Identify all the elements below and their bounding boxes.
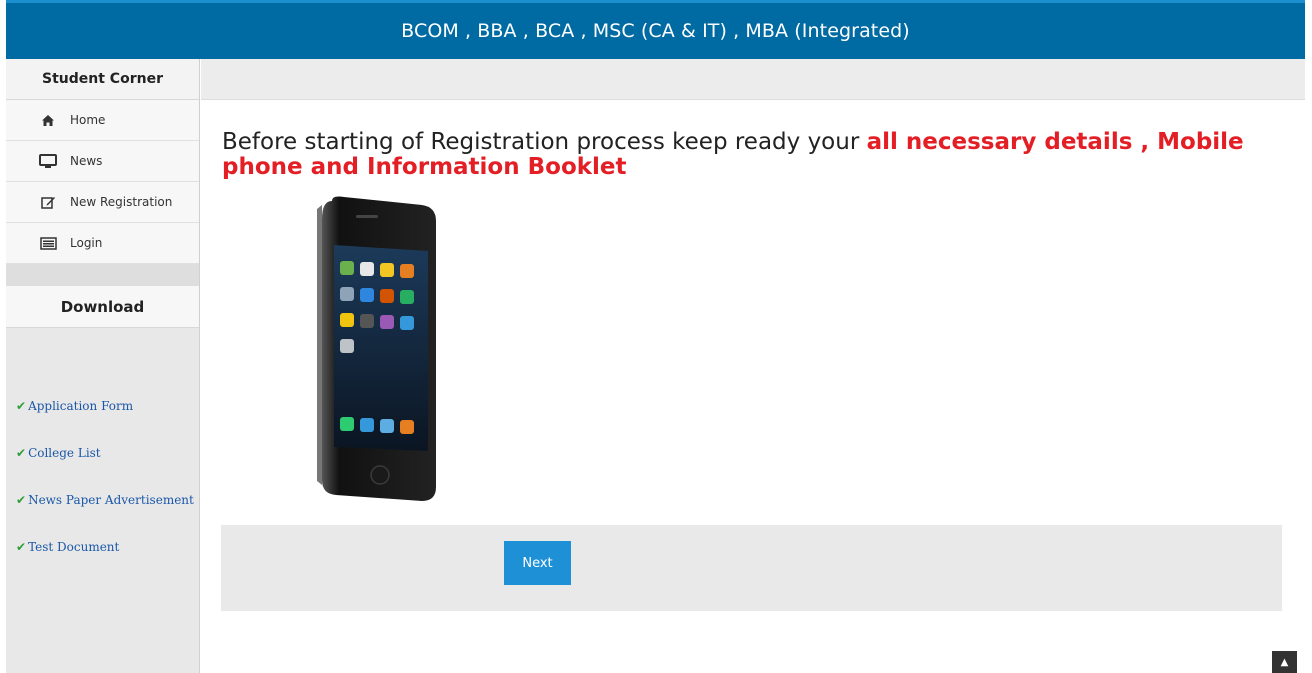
chevron-up-icon: ▲ (1280, 656, 1289, 668)
home-icon (38, 112, 58, 128)
content-topbar (201, 59, 1305, 100)
download-link-application-form[interactable]: ✔ Application Form (16, 399, 194, 446)
sidebar-item-home[interactable]: Home (6, 100, 199, 141)
check-icon: ✔ (16, 399, 27, 413)
sidebar-item-news[interactable]: News (6, 141, 199, 182)
check-icon: ✔ (16, 446, 27, 460)
sidebar-item-login[interactable]: Login (6, 223, 199, 264)
site-header: BCOM , BBA , BCA , MSC (CA & IT) , MBA (… (6, 0, 1305, 59)
download-link-label: Application Form (28, 399, 134, 413)
sidebar-item-label: New Registration (70, 195, 173, 209)
registration-message: Before starting of Registration process … (222, 130, 1292, 180)
scroll-to-top-button[interactable]: ▲ (1272, 651, 1297, 673)
download-link-test-document[interactable]: ✔ Test Document (16, 540, 194, 587)
download-link-label: Test Document (28, 540, 120, 554)
list-icon (38, 235, 58, 251)
sidebar-heading: Student Corner (6, 59, 199, 100)
check-icon: ✔ (16, 493, 27, 507)
download-link-college-list[interactable]: ✔ College List (16, 446, 194, 493)
download-link-label: News Paper Advertisement (28, 493, 194, 507)
header-title: BCOM , BBA , BCA , MSC (CA & IT) , MBA (… (401, 20, 910, 42)
download-heading: Download (6, 286, 199, 328)
sidebar-item-new-registration[interactable]: New Registration (6, 182, 199, 223)
main-content: Before starting of Registration process … (201, 100, 1305, 673)
page: BCOM , BBA , BCA , MSC (CA & IT) , MBA (… (0, 0, 1312, 673)
check-icon: ✔ (16, 540, 27, 554)
sidebar-item-label: Login (70, 236, 103, 250)
next-button-bar: Next (221, 525, 1282, 611)
sidebar: Student Corner Home News New Registratio… (6, 59, 200, 673)
monitor-icon (38, 153, 58, 169)
edit-icon (38, 194, 58, 210)
sidebar-divider (6, 264, 199, 286)
sidebar-item-label: Home (70, 113, 106, 127)
message-prefix: Before starting of Registration process … (222, 129, 867, 155)
mobile-phone-image (314, 195, 439, 507)
download-link-label: College List (28, 446, 101, 460)
next-button[interactable]: Next (504, 541, 571, 585)
download-link-newspaper-advertisement[interactable]: ✔ News Paper Advertisement (16, 493, 194, 540)
sidebar-item-label: News (70, 154, 103, 168)
download-list: ✔ Application Form ✔ College List ✔ News… (16, 399, 194, 587)
